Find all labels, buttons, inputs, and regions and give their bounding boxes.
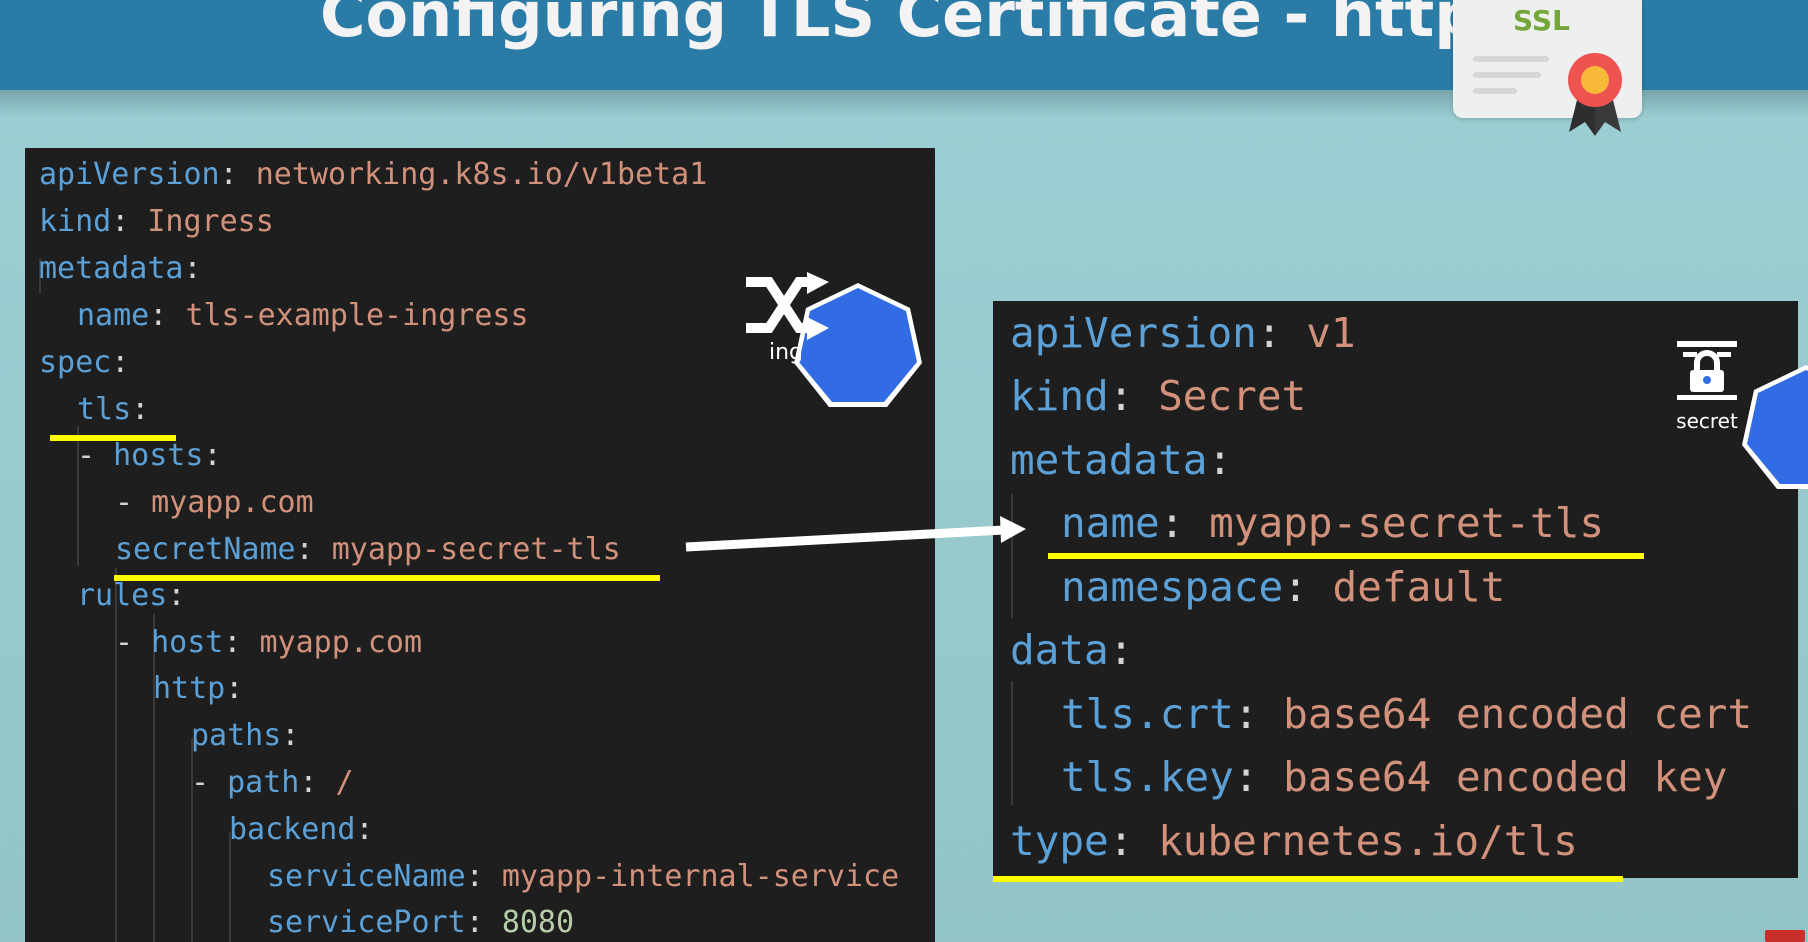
reference-arrow [685, 516, 1026, 552]
subscribe-watermark [1765, 930, 1805, 942]
